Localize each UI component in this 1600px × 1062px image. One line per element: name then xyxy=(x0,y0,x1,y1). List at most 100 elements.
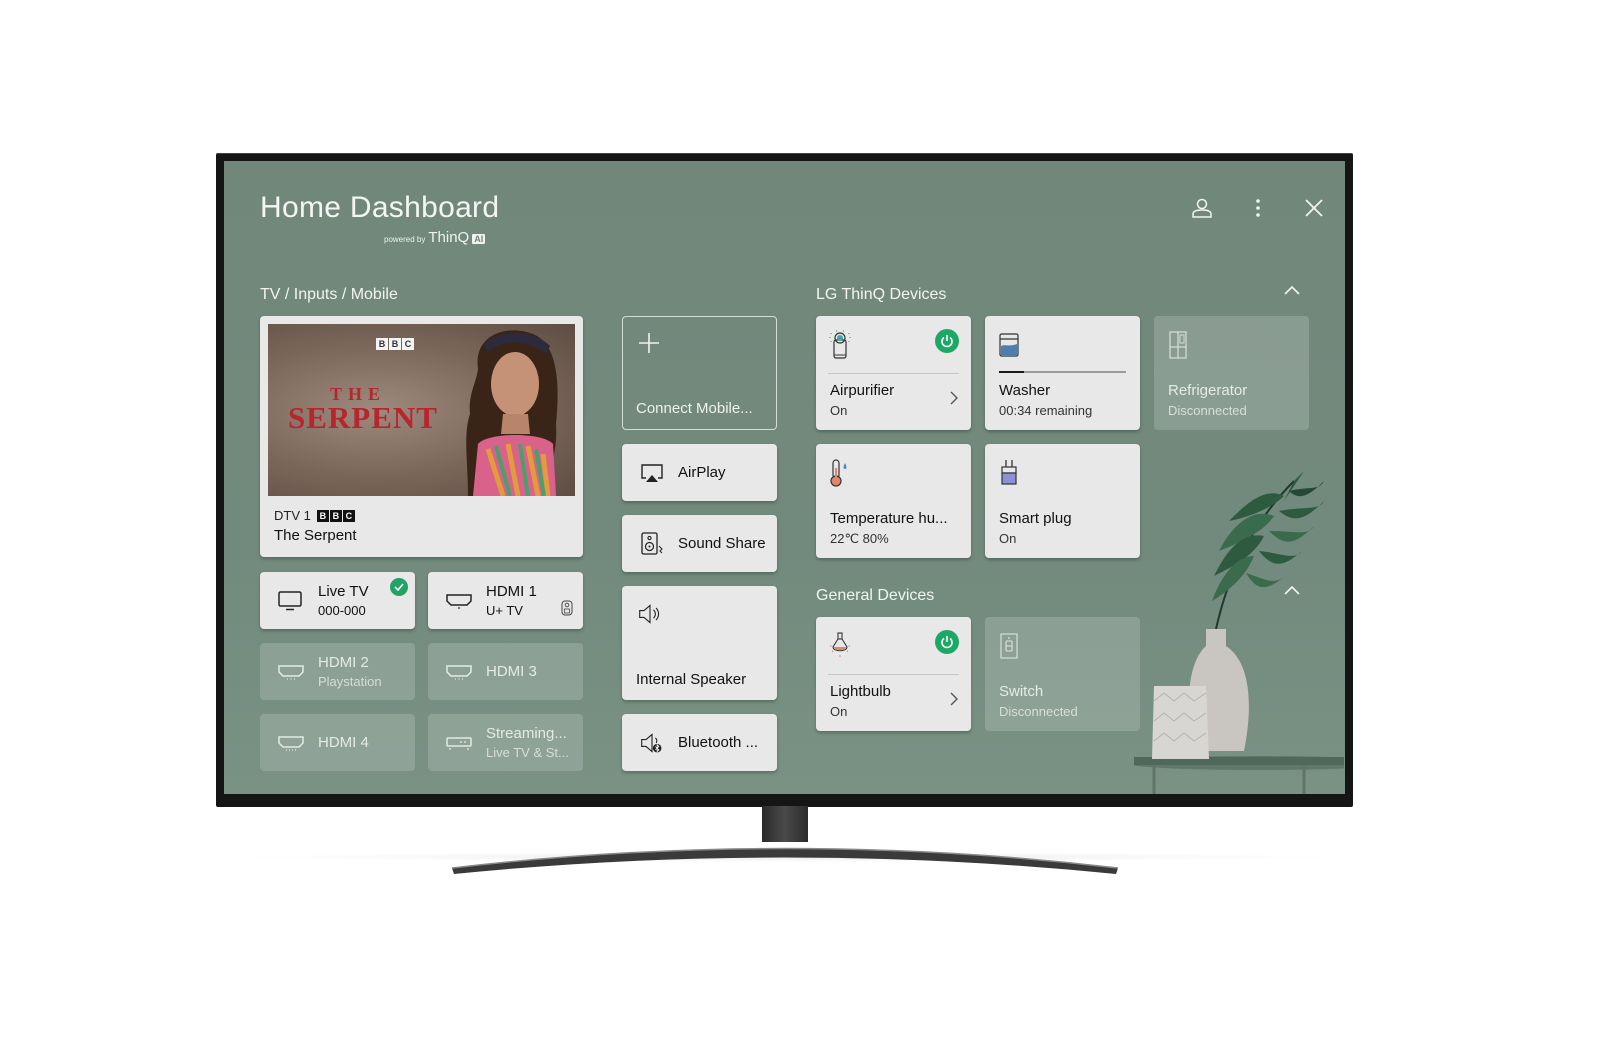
hdmi-icon xyxy=(446,662,472,682)
input-hdmi-3[interactable]: HDMI 3 xyxy=(428,643,583,700)
input-name: HDMI 1 xyxy=(486,582,537,600)
input-sub: Playstation xyxy=(318,673,382,689)
bbc-letter: B xyxy=(389,338,401,350)
bluetooth-speaker-icon xyxy=(640,731,664,755)
washer-icon xyxy=(999,333,1019,357)
close-button[interactable] xyxy=(1286,195,1342,221)
portrait-image xyxy=(466,330,558,496)
input-hdmi-4[interactable]: HDMI 4 xyxy=(260,714,415,771)
device-name: Switch xyxy=(999,683,1044,700)
program-title: The Serpent xyxy=(274,527,357,544)
device-switch[interactable]: Switch Disconnected xyxy=(985,617,1140,731)
connect-mobile-label: Connect Mobile... xyxy=(636,400,753,417)
plus-icon xyxy=(637,331,661,360)
hdmi-icon xyxy=(278,662,304,682)
airplay-button[interactable]: AirPlay xyxy=(622,444,777,501)
ai-badge: AI xyxy=(472,234,486,244)
tv-screen: Home Dashboard powered by ThinQ AI TV / … xyxy=(224,161,1345,794)
input-name: HDMI 2 xyxy=(318,653,369,671)
device-lightbulb[interactable]: Lightbulb On xyxy=(816,617,971,731)
wash-progress-bar xyxy=(999,371,1126,373)
input-hdmi-1[interactable]: HDMI 1 U+ TV xyxy=(428,572,583,629)
bluetooth-speaker-button[interactable]: Bluetooth ... xyxy=(622,714,777,771)
profile-button[interactable] xyxy=(1174,195,1230,221)
input-sub: U+ TV xyxy=(486,602,523,618)
input-hdmi-2[interactable]: HDMI 2 Playstation xyxy=(260,643,415,700)
device-name: Lightbulb xyxy=(830,683,891,700)
hdmi-icon xyxy=(446,591,472,611)
program-thumbnail: B B C THE SERPENT xyxy=(268,324,575,496)
channel-network-logo: B B C xyxy=(316,509,355,522)
bbc-letter: B xyxy=(376,338,388,350)
thinq-brand: ThinQ xyxy=(428,229,470,246)
device-status: 00:34 remaining xyxy=(999,403,1093,418)
remote-control-icon xyxy=(561,600,573,621)
section-label-tv-inputs: TV / Inputs / Mobile xyxy=(260,286,398,303)
thermo-hygrometer-icon xyxy=(830,459,847,487)
more-options-icon xyxy=(1256,199,1260,217)
power-icon xyxy=(941,636,953,649)
plant-decoration xyxy=(1134,471,1344,794)
device-status: Disconnected xyxy=(999,704,1078,719)
device-temperature-humidity[interactable]: Temperature hu... 22℃ 80% xyxy=(816,444,971,558)
device-washer[interactable]: Washer 00:34 remaining xyxy=(985,316,1140,430)
device-status: 22℃ 80% xyxy=(830,531,889,546)
sound-share-button[interactable]: Sound Share xyxy=(622,515,777,572)
internal-speaker-button[interactable]: Internal Speaker xyxy=(622,586,777,700)
profile-icon xyxy=(1192,198,1212,218)
thumb-network-logo: B B C xyxy=(376,338,414,350)
device-smart-plug[interactable]: Smart plug On xyxy=(985,444,1140,558)
tv-stand-base xyxy=(451,847,1119,874)
chevron-right-icon xyxy=(950,391,958,405)
power-toggle[interactable] xyxy=(935,630,959,654)
thumb-title-large: SERPENT xyxy=(288,400,438,435)
switch-icon xyxy=(1000,633,1018,659)
channel-number: DTV 1 xyxy=(274,508,311,523)
header-actions xyxy=(1174,195,1342,221)
power-icon xyxy=(941,335,953,348)
more-options-button[interactable] xyxy=(1230,195,1286,221)
smart-plug-icon xyxy=(1001,460,1017,485)
bbc-letter: C xyxy=(402,338,414,350)
input-name: Streaming... xyxy=(486,724,567,742)
device-status: On xyxy=(830,704,848,719)
input-streaming[interactable]: Streaming... Live TV & St... xyxy=(428,714,583,771)
device-name: Airpurifier xyxy=(830,382,895,399)
device-name: Refrigerator xyxy=(1168,382,1248,399)
set-top-box-icon xyxy=(446,733,472,753)
input-sub: 000-000 xyxy=(318,602,366,618)
device-name: Temperature hu... xyxy=(830,510,948,527)
collapse-general-button[interactable] xyxy=(1281,582,1303,598)
bbc-letter: C xyxy=(342,509,355,522)
airplay-icon xyxy=(640,461,664,485)
air-purifier-icon xyxy=(829,330,851,359)
hdmi-icon xyxy=(278,733,304,753)
divider xyxy=(828,373,959,374)
input-sub: Live TV & St... xyxy=(486,744,569,760)
power-toggle[interactable] xyxy=(935,329,959,353)
chevron-up-icon xyxy=(1284,585,1300,595)
sound-share-icon xyxy=(640,531,664,556)
bbc-letter: B xyxy=(329,509,342,522)
section-label-general-devices: General Devices xyxy=(816,587,935,604)
connect-mobile-button[interactable]: Connect Mobile... xyxy=(622,316,777,430)
internal-speaker-label: Internal Speaker xyxy=(636,671,747,688)
now-playing-card[interactable]: B B C THE SERPENT DTV 1 B B C The Serpen… xyxy=(260,316,583,557)
device-name: Smart plug xyxy=(999,510,1072,527)
tv-icon xyxy=(278,590,304,611)
refrigerator-icon xyxy=(1169,331,1187,359)
input-live-tv[interactable]: Live TV 000-000 xyxy=(260,572,415,629)
divider xyxy=(828,674,959,675)
device-airpurifier[interactable]: Airpurifier On xyxy=(816,316,971,430)
bbc-letter: B xyxy=(316,509,329,522)
device-status: On xyxy=(999,531,1017,546)
input-name: HDMI 4 xyxy=(318,734,369,751)
sound-share-label: Sound Share xyxy=(678,535,766,552)
powered-by-thinq: powered by ThinQ AI xyxy=(384,229,486,246)
section-label-thinq-devices: LG ThinQ Devices xyxy=(816,286,947,303)
collapse-thinq-button[interactable] xyxy=(1281,282,1303,298)
device-refrigerator[interactable]: Refrigerator Disconnected xyxy=(1154,316,1309,430)
bluetooth-speaker-label: Bluetooth ... xyxy=(678,734,759,751)
airplay-label: AirPlay xyxy=(678,464,726,481)
close-icon xyxy=(1305,199,1323,217)
